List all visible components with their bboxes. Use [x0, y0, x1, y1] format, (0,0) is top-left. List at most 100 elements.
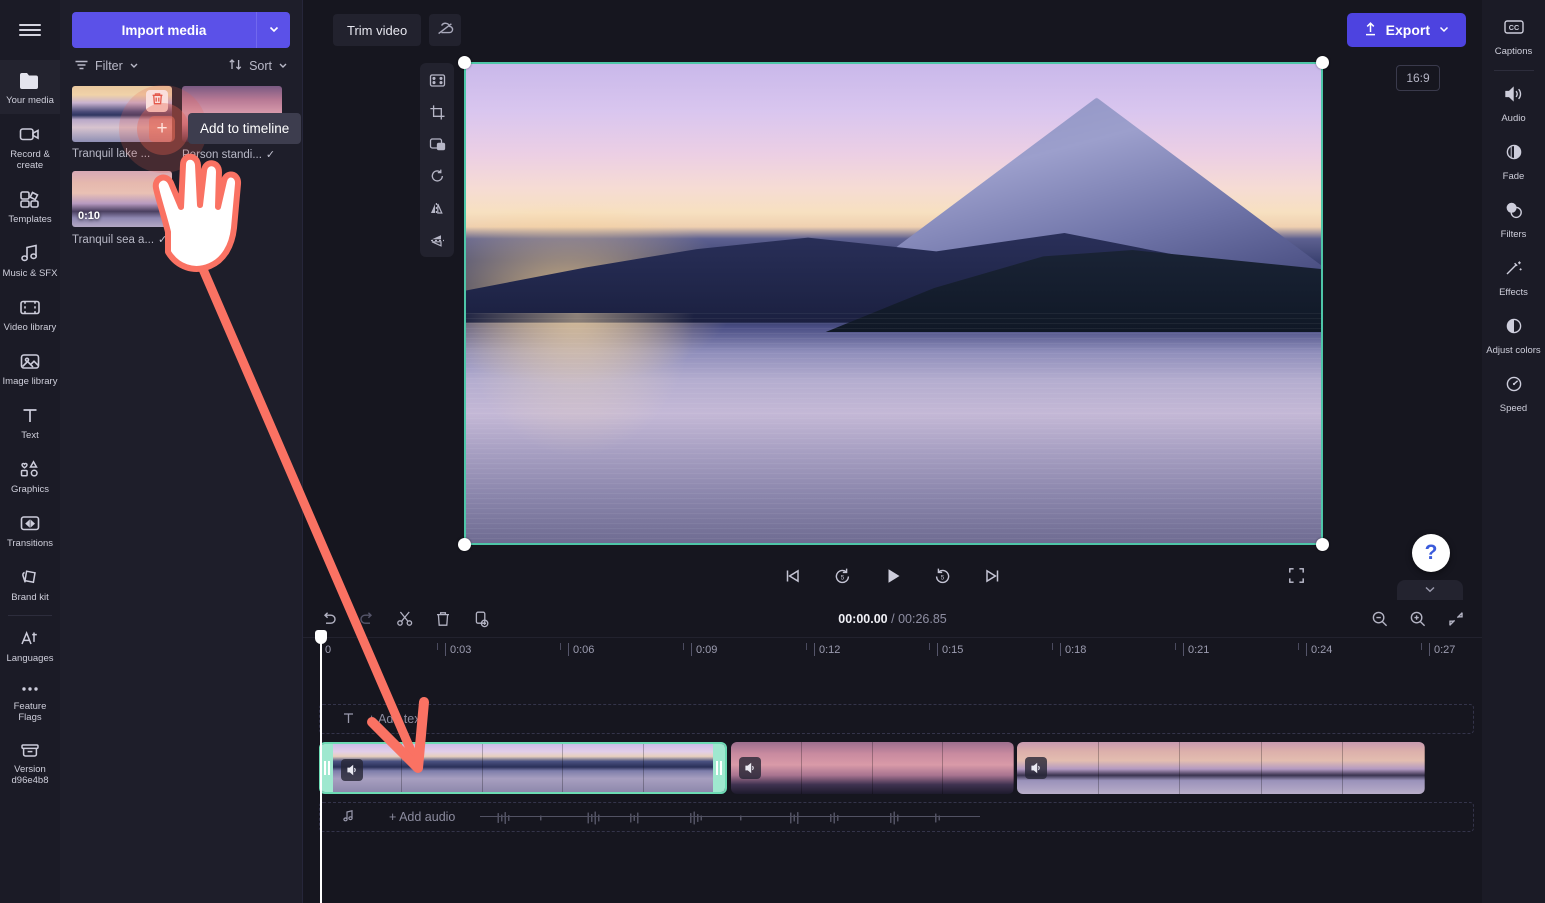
- sidebar-item-languages[interactable]: Languages: [0, 618, 60, 672]
- collapse-preview-button[interactable]: [1397, 580, 1463, 602]
- ruler-label: 0:27: [1429, 644, 1455, 656]
- sidebar-item-brand-kit[interactable]: Brand kit: [0, 557, 60, 611]
- play-icon[interactable]: [880, 563, 906, 589]
- speaker-icon[interactable]: [739, 757, 761, 779]
- sidebar-item-text[interactable]: Text: [0, 395, 60, 449]
- sidebar-item-music-sfx[interactable]: Music & SFX: [0, 233, 60, 287]
- sort-button[interactable]: Sort: [228, 58, 288, 74]
- aspect-ratio-badge[interactable]: 16:9: [1396, 65, 1440, 91]
- panel-item-label: Filters: [1501, 229, 1527, 240]
- cloud-off-icon: [436, 20, 455, 40]
- import-media-dropdown-button[interactable]: [256, 12, 290, 48]
- panel-item-captions[interactable]: CC Captions: [1482, 8, 1545, 66]
- playback-controls: 5 5: [303, 552, 1482, 600]
- sidebar-item-video-library[interactable]: Video library: [0, 287, 60, 341]
- ruler-label: 0:18: [1060, 644, 1086, 656]
- rotate-icon[interactable]: [424, 165, 450, 187]
- resize-handle-bottom-left[interactable]: [458, 538, 471, 551]
- filter-icon: [74, 59, 89, 74]
- clip-person-standing[interactable]: [731, 742, 1014, 794]
- media-thumbnail[interactable]: 0:10: [72, 171, 172, 227]
- forward-5-icon[interactable]: 5: [930, 563, 956, 589]
- media-card-tranquil-lake[interactable]: Tranquil lake ...: [72, 86, 172, 161]
- preview-tool-strip: [420, 63, 454, 257]
- duplicate-icon[interactable]: [471, 609, 491, 629]
- filters-icon: [1501, 200, 1527, 225]
- sidebar-item-image-library[interactable]: Image library: [0, 341, 60, 395]
- sidebar-item-version[interactable]: Version d96e4b8: [0, 731, 60, 794]
- redo-icon[interactable]: [357, 609, 377, 629]
- ruler-label: 0:15: [937, 644, 963, 656]
- fit-to-frame-icon[interactable]: [424, 69, 450, 91]
- rewind-5-icon[interactable]: 5: [830, 563, 856, 589]
- rail-divider: [1494, 70, 1534, 71]
- import-media-button[interactable]: Import media: [72, 12, 256, 48]
- panel-item-speed[interactable]: Speed: [1482, 365, 1545, 423]
- crop-icon[interactable]: [424, 101, 450, 123]
- delete-icon[interactable]: [433, 609, 453, 629]
- help-button[interactable]: ?: [1412, 534, 1450, 572]
- timeline-playhead[interactable]: [320, 640, 322, 903]
- media-card-tranquil-sea[interactable]: 0:10 Tranquil sea a... ✓: [72, 171, 172, 246]
- flip-vertical-icon[interactable]: [424, 229, 450, 251]
- resize-handle-bottom-right[interactable]: [1316, 538, 1329, 551]
- ruler-label: 0:09: [691, 644, 717, 656]
- ruler-label: 0:03: [445, 644, 471, 656]
- trim-handle-right[interactable]: [713, 744, 725, 792]
- resize-handle-top-left[interactable]: [458, 56, 471, 69]
- timeline-ruler[interactable]: 0 0:03 0:06 0:09 0:12 0:15 0:18 0:21 0:2: [310, 638, 1482, 666]
- cloud-off-button[interactable]: [429, 14, 461, 46]
- panel-item-adjust-colors[interactable]: Adjust colors: [1482, 307, 1545, 365]
- svg-text:5: 5: [841, 574, 845, 581]
- filter-button[interactable]: Filter: [74, 59, 139, 74]
- media-thumbnail[interactable]: [72, 86, 172, 142]
- trim-handle-left[interactable]: [321, 744, 333, 792]
- split-icon[interactable]: [395, 609, 415, 629]
- media-thumbnail[interactable]: [182, 86, 282, 142]
- add-text-label: + Add text: [368, 712, 424, 726]
- delete-media-button[interactable]: [146, 90, 168, 112]
- trash-icon: [151, 92, 164, 111]
- panel-item-audio[interactable]: Audio: [1482, 75, 1545, 133]
- media-card-person-standing[interactable]: Person standi... ✓: [182, 86, 282, 161]
- ruler-tick: [806, 643, 807, 650]
- clip-tranquil-sea[interactable]: [1017, 742, 1425, 794]
- panel-item-filters[interactable]: Filters: [1482, 191, 1545, 249]
- right-properties-rail: CC Captions Audio Fa: [1482, 0, 1545, 903]
- timeline-empty-track[interactable]: [303, 666, 1482, 696]
- panel-item-fade[interactable]: Fade: [1482, 133, 1545, 191]
- sidebar-item-label: Version d96e4b8: [2, 764, 58, 786]
- zoom-out-icon[interactable]: [1370, 609, 1390, 629]
- text-track[interactable]: + Add text: [319, 704, 1474, 734]
- fit-timeline-icon[interactable]: [1446, 609, 1466, 629]
- export-button[interactable]: Export: [1347, 13, 1466, 47]
- speaker-icon[interactable]: [341, 759, 363, 781]
- sidebar-item-templates[interactable]: Templates: [0, 179, 60, 233]
- speaker-icon[interactable]: [1025, 757, 1047, 779]
- flip-horizontal-icon[interactable]: [424, 197, 450, 219]
- clip-tranquil-lake[interactable]: [319, 742, 727, 794]
- sidebar-item-graphics[interactable]: Graphics: [0, 449, 60, 503]
- chevron-down-icon: [1438, 22, 1450, 38]
- resize-handle-top-right[interactable]: [1316, 56, 1329, 69]
- sidebar-item-label: Your media: [6, 95, 54, 106]
- sidebar-item-record-create[interactable]: Record & create: [0, 114, 60, 179]
- undo-icon[interactable]: [319, 609, 339, 629]
- fullscreen-icon[interactable]: [1284, 563, 1308, 587]
- hamburger-menu-icon[interactable]: [0, 0, 60, 60]
- skip-to-start-icon[interactable]: [780, 563, 806, 589]
- video-preview-canvas[interactable]: [464, 62, 1323, 545]
- sidebar-item-your-media[interactable]: Your media: [0, 60, 60, 114]
- panel-item-label: Fade: [1503, 171, 1525, 182]
- zoom-in-icon[interactable]: [1408, 609, 1428, 629]
- picture-in-picture-icon[interactable]: [424, 133, 450, 155]
- sidebar-item-transitions[interactable]: Transitions: [0, 503, 60, 557]
- sidebar-item-label: Feature Flags: [2, 701, 58, 723]
- panel-item-effects[interactable]: Effects: [1482, 249, 1545, 307]
- skip-to-end-icon[interactable]: [980, 563, 1006, 589]
- sidebar-item-feature-flags[interactable]: Feature Flags: [0, 672, 60, 731]
- import-media-row: Import media: [60, 0, 302, 48]
- trim-video-button[interactable]: Trim video: [333, 14, 421, 46]
- audio-track[interactable]: + Add audio: [319, 802, 1474, 832]
- brandkit-icon: [17, 566, 43, 588]
